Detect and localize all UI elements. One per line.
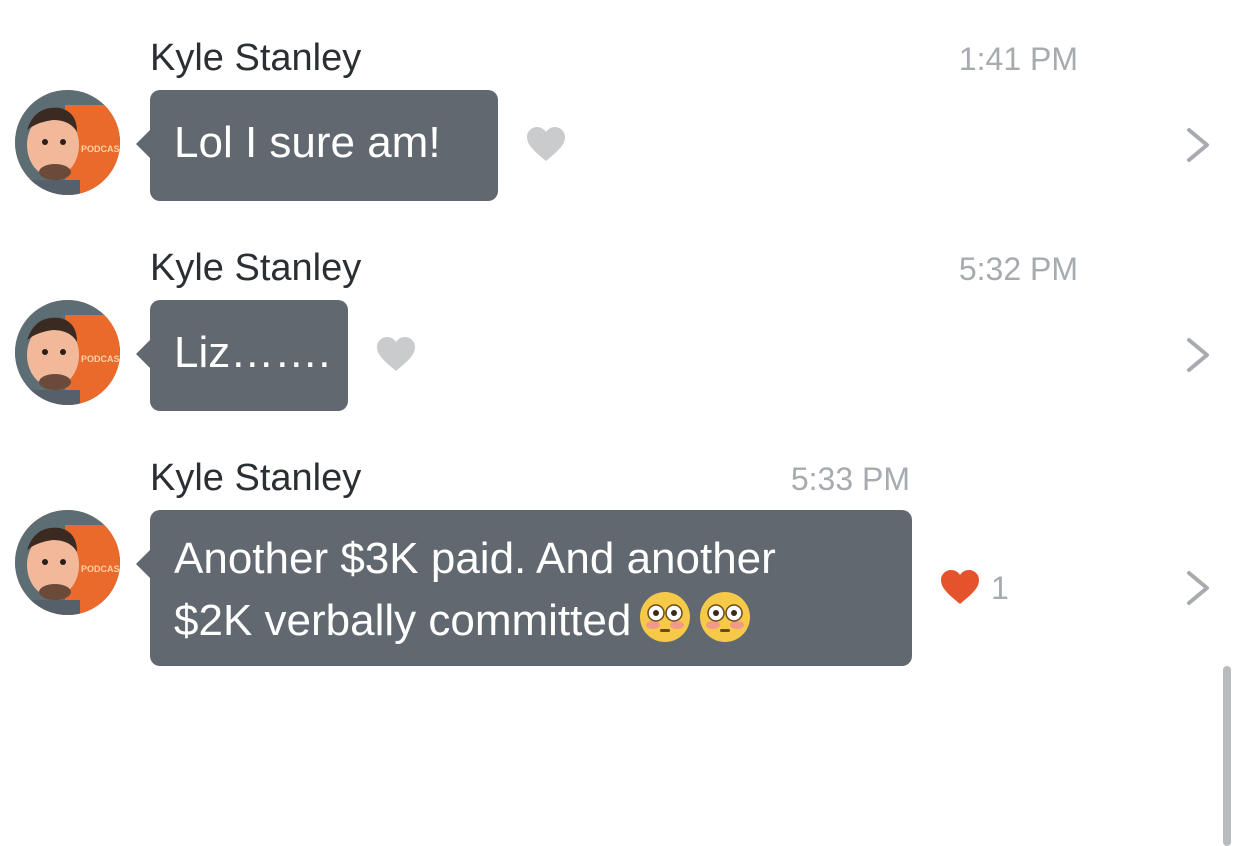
- message-bubble[interactable]: Another $3K paid. And another $2K verbal…: [136, 510, 912, 666]
- flushed-face-emoji: [700, 592, 751, 642]
- timestamp: 5:32 PM: [958, 251, 1078, 287]
- timestamp: 1:41 PM: [958, 41, 1078, 77]
- message-text-line: Another $3K paid. And another: [174, 534, 776, 583]
- avatar-image: PODCAST: [15, 300, 120, 405]
- svg-text:PODCAST: PODCAST: [81, 354, 120, 364]
- like-count: 1: [991, 570, 1009, 606]
- chevron-right-icon[interactable]: [1183, 570, 1213, 606]
- avatar[interactable]: PODCAST: [15, 90, 120, 195]
- flushed-face-emoji: [640, 592, 691, 642]
- message-bubble[interactable]: Liz…….: [136, 300, 348, 411]
- timestamp: 5:33 PM: [790, 461, 910, 497]
- avatar-image: PODCAST: [15, 510, 120, 615]
- message-text: Lol I sure am!: [174, 118, 441, 167]
- sender-name: Kyle Stanley: [150, 457, 362, 499]
- svg-text:PODCAST: PODCAST: [81, 144, 120, 154]
- avatar[interactable]: PODCAST: [15, 510, 120, 615]
- sender-name: Kyle Stanley: [150, 247, 362, 289]
- scrollbar[interactable]: [1223, 666, 1231, 846]
- message-bubble[interactable]: Lol I sure am!: [136, 90, 498, 201]
- heart-icon[interactable]: [526, 127, 566, 163]
- heart-icon[interactable]: [940, 570, 980, 606]
- message-text-line-2: $2K verbally committed: [174, 590, 888, 652]
- chevron-right-icon[interactable]: [1183, 127, 1213, 163]
- avatar[interactable]: PODCAST: [15, 300, 120, 405]
- chevron-right-icon[interactable]: [1183, 337, 1213, 373]
- sender-name: Kyle Stanley: [150, 37, 362, 79]
- message-text: Liz…….: [174, 328, 331, 377]
- svg-text:PODCAST: PODCAST: [81, 564, 120, 574]
- avatar-image: PODCAST: [15, 90, 120, 195]
- message-text: $2K verbally committed: [174, 596, 632, 645]
- heart-icon[interactable]: [376, 337, 416, 373]
